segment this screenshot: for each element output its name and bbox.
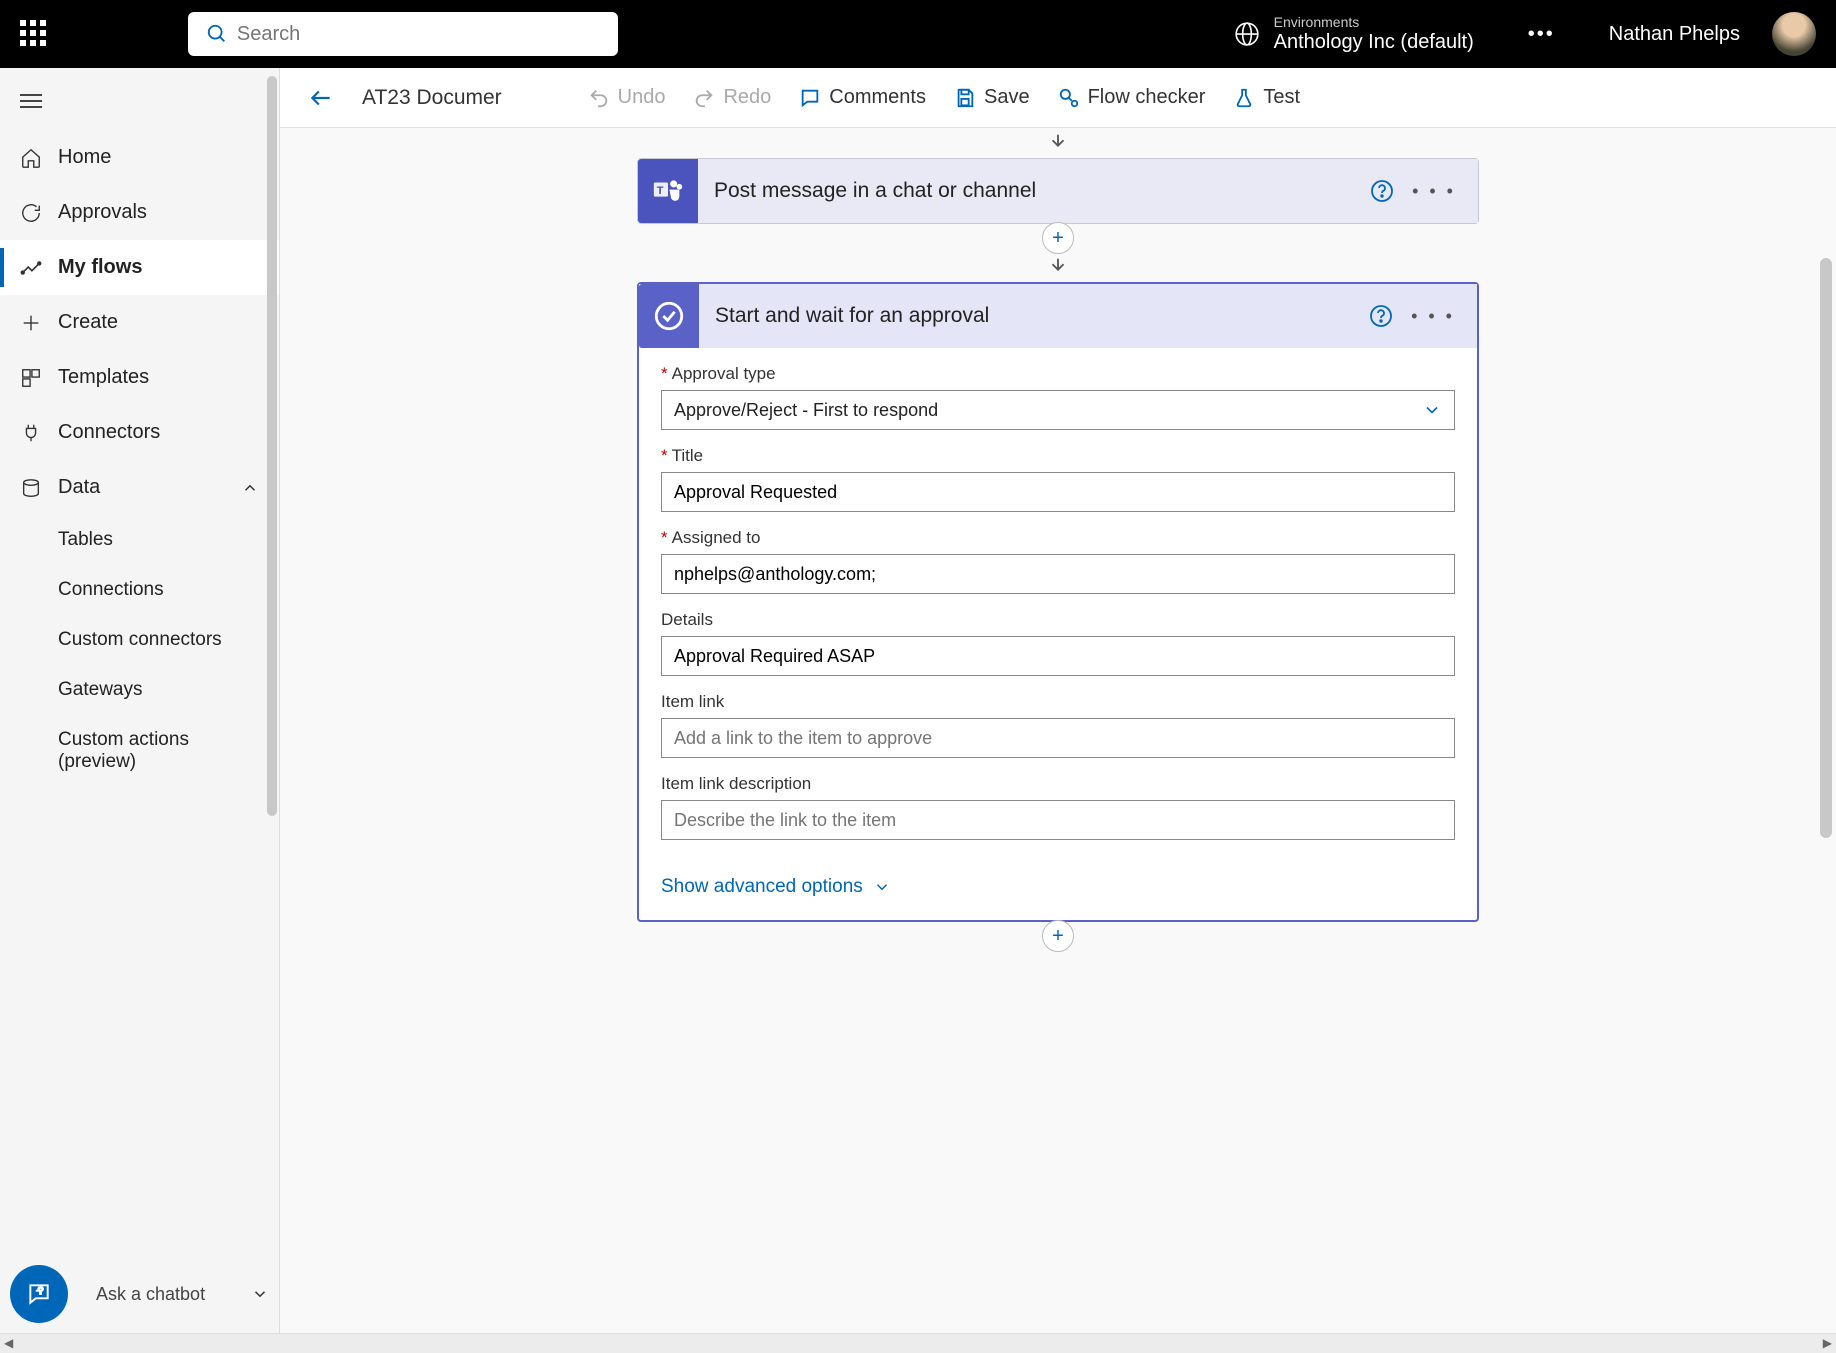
chatbot-button[interactable]: ? xyxy=(10,1265,68,1323)
field-label: Approval type xyxy=(672,364,776,384)
add-step-button[interactable]: + xyxy=(1042,222,1074,254)
sidebar-item-templates[interactable]: Templates xyxy=(0,350,279,405)
field-label: Assigned to xyxy=(672,528,761,548)
assigned-to-input[interactable] xyxy=(661,554,1455,594)
arrow-down-icon xyxy=(1044,132,1072,154)
hamburger-icon[interactable] xyxy=(0,72,279,130)
test-button[interactable]: Test xyxy=(1233,86,1300,109)
item-link-input[interactable] xyxy=(661,718,1455,758)
chevron-down-icon xyxy=(873,878,891,896)
comment-icon xyxy=(799,87,821,109)
canvas-scrollbar[interactable] xyxy=(1820,258,1832,838)
scroll-right-icon[interactable]: ▶ xyxy=(1823,1336,1832,1350)
save-icon xyxy=(954,87,976,109)
flow-checker-button[interactable]: Flow checker xyxy=(1058,86,1206,109)
approval-type-select[interactable]: Approve/Reject - First to respond xyxy=(661,390,1455,430)
field-label: Item link description xyxy=(661,774,811,794)
svg-text:T: T xyxy=(657,185,664,197)
title-input[interactable] xyxy=(661,472,1455,512)
action-card-approval[interactable]: Start and wait for an approval • • • *Ap… xyxy=(637,282,1479,922)
help-icon[interactable] xyxy=(1370,179,1394,203)
toolbar: AT23 Documer Undo Redo Comments Save Flo… xyxy=(280,68,1836,128)
undo-button[interactable]: Undo xyxy=(588,86,666,109)
globe-icon xyxy=(1234,21,1260,47)
sidebar-sub-gateways[interactable]: Gateways xyxy=(0,665,279,715)
redo-icon xyxy=(693,87,715,109)
data-icon xyxy=(20,477,42,499)
card-more-icon[interactable]: • • • xyxy=(1411,306,1455,327)
templates-icon xyxy=(20,367,42,389)
scroll-left-icon[interactable]: ◀ xyxy=(4,1336,13,1350)
flow-canvas[interactable]: T Post message in a chat or channel • • … xyxy=(280,128,1836,1333)
approvals-icon xyxy=(20,202,42,224)
chatbot-label: Ask a chatbot xyxy=(96,1284,205,1305)
card-title: Start and wait for an approval xyxy=(699,304,1369,328)
flows-icon xyxy=(20,257,42,279)
sidebar-item-label: Templates xyxy=(58,366,149,389)
sidebar-scrollbar[interactable] xyxy=(267,76,277,816)
env-name: Anthology Inc (default) xyxy=(1274,30,1474,54)
sidebar-item-data[interactable]: Data xyxy=(0,460,279,515)
sidebar-sub-tables[interactable]: Tables xyxy=(0,515,279,565)
chevron-up-icon xyxy=(241,479,259,497)
arrow-down-icon xyxy=(1044,256,1072,278)
details-input[interactable] xyxy=(661,636,1455,676)
action-card-teams[interactable]: T Post message in a chat or channel • • … xyxy=(637,158,1479,224)
card-title: Post message in a chat or channel xyxy=(698,179,1370,203)
horizontal-scrollbar[interactable]: ◀ ▶ xyxy=(0,1333,1836,1353)
canvas-area: AT23 Documer Undo Redo Comments Save Flo… xyxy=(280,68,1836,1333)
advanced-options-link[interactable]: Show advanced options xyxy=(639,864,1477,920)
sidebar-item-label: Home xyxy=(58,146,111,169)
chevron-down-icon[interactable] xyxy=(251,1285,269,1303)
sidebar-item-home[interactable]: Home xyxy=(0,130,279,185)
search-input[interactable] xyxy=(237,23,600,46)
env-label: Environments xyxy=(1274,14,1474,31)
approval-icon xyxy=(639,284,699,348)
flask-icon xyxy=(1233,87,1255,109)
search-icon xyxy=(206,23,228,45)
svg-text:?: ? xyxy=(38,1286,44,1297)
app-launcher-icon[interactable] xyxy=(20,20,48,48)
sidebar-item-label: Approvals xyxy=(58,201,147,224)
help-icon[interactable] xyxy=(1369,304,1393,328)
chevron-down-icon xyxy=(1422,400,1442,420)
teams-icon: T xyxy=(638,159,698,223)
sidebar-item-label: Data xyxy=(58,476,100,499)
sidebar-item-label: Create xyxy=(58,311,118,334)
select-value: Approve/Reject - First to respond xyxy=(674,400,938,421)
field-label: Details xyxy=(661,610,713,630)
sidebar-sub-connections[interactable]: Connections xyxy=(0,565,279,615)
card-more-icon[interactable]: • • • xyxy=(1412,181,1456,202)
sidebar-item-connectors[interactable]: Connectors xyxy=(0,405,279,460)
connectors-icon xyxy=(20,422,42,444)
checker-icon xyxy=(1058,87,1080,109)
add-step-button[interactable]: + xyxy=(1042,920,1074,952)
undo-icon xyxy=(588,87,610,109)
back-icon[interactable] xyxy=(308,85,334,111)
sidebar-sub-custom-actions[interactable]: Custom actions (preview) xyxy=(0,715,279,787)
chat-icon: ? xyxy=(26,1281,52,1307)
more-icon[interactable]: ••• xyxy=(1528,23,1555,46)
sidebar-item-label: Connectors xyxy=(58,421,160,444)
save-button[interactable]: Save xyxy=(954,86,1030,109)
item-link-desc-input[interactable] xyxy=(661,800,1455,840)
avatar[interactable] xyxy=(1772,12,1816,56)
sidebar-item-myflows[interactable]: My flows xyxy=(0,240,279,295)
sidebar-sub-custom-connectors[interactable]: Custom connectors xyxy=(0,615,279,665)
environment-picker[interactable]: Environments Anthology Inc (default) xyxy=(1274,14,1474,55)
home-icon xyxy=(20,147,42,169)
topbar: Environments Anthology Inc (default) •••… xyxy=(0,0,1836,68)
plus-icon xyxy=(20,312,42,334)
redo-button[interactable]: Redo xyxy=(693,86,771,109)
sidebar-item-create[interactable]: Create xyxy=(0,295,279,350)
search-box[interactable] xyxy=(188,12,618,56)
field-label: Item link xyxy=(661,692,724,712)
sidebar-item-approvals[interactable]: Approvals xyxy=(0,185,279,240)
comments-button[interactable]: Comments xyxy=(799,86,926,109)
field-label: Title xyxy=(672,446,704,466)
flow-name[interactable]: AT23 Documer xyxy=(362,86,502,110)
sidebar-item-label: My flows xyxy=(58,256,142,279)
sidebar: Home Approvals My flows Create Templates… xyxy=(0,68,280,1333)
user-name[interactable]: Nathan Phelps xyxy=(1609,23,1740,46)
